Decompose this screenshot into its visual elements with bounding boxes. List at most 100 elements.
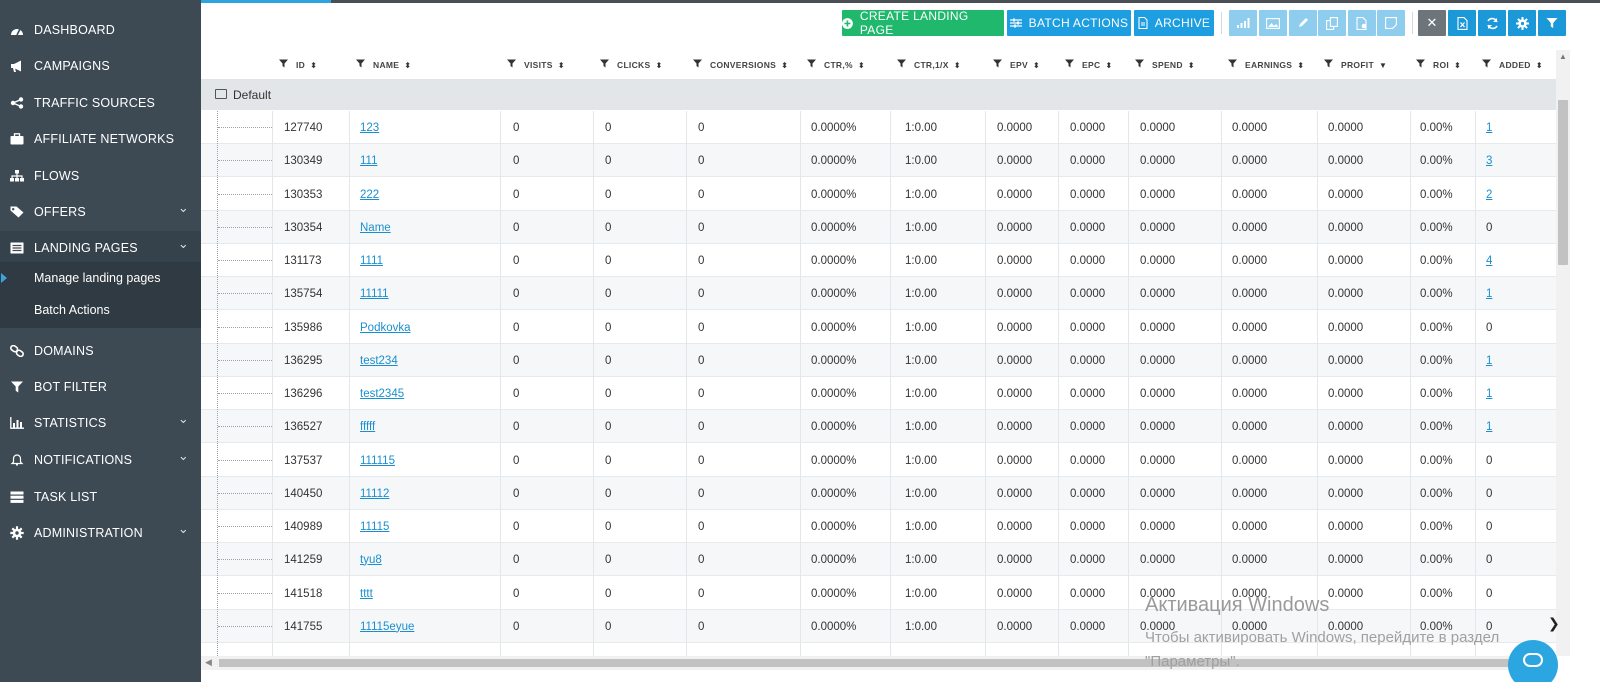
batch-actions-button[interactable]: BATCH ACTIONS xyxy=(1007,10,1131,36)
sort-icon[interactable]: ⬍ xyxy=(1454,61,1461,70)
cell-added[interactable]: 1 xyxy=(1486,410,1492,443)
table-row[interactable]: 141259 tyu8 0 0 0 0.0000% 1:0.00 0.0000 0.0000 0.… xyxy=(201,543,1556,576)
cell-added[interactable]: 1 xyxy=(1486,277,1492,310)
cell-name[interactable]: 11115eyue xyxy=(360,610,414,643)
sort-icon[interactable]: ⬍ xyxy=(1188,61,1195,70)
chevron-down-icon[interactable]: ⌄ xyxy=(178,448,189,464)
sort-icon[interactable]: ⬍ xyxy=(1536,61,1543,70)
filter-button[interactable] xyxy=(1538,10,1566,36)
table-row[interactable]: 136295 test234 0 0 0 0.0000% 1:0.00 0.0000 0.000… xyxy=(201,344,1556,377)
chevron-down-icon[interactable]: ⌄ xyxy=(178,411,189,427)
sidebar-item-flows[interactable]: FLOWS xyxy=(0,159,201,193)
submenu-item-manage-landing-pages[interactable]: Manage landing pages xyxy=(0,262,201,294)
table-row[interactable]: 141518 tttt 0 0 0 0.0000% 1:0.00 0.0000 0.0000 0.… xyxy=(201,577,1556,610)
sort-icon[interactable]: ⬍ xyxy=(655,61,662,70)
table-row[interactable]: 135754 11111 0 0 0 0.0000% 1:0.00 0.0000 0.0000 0… xyxy=(201,277,1556,310)
cell-name[interactable]: 222 xyxy=(360,178,379,211)
clone-button[interactable] xyxy=(1318,10,1346,36)
chat-button[interactable] xyxy=(1508,640,1558,682)
cell-name[interactable]: 11111 xyxy=(360,277,389,310)
sidebar-item-bot-filter[interactable]: BOT FILTER xyxy=(0,370,201,404)
image-button[interactable] xyxy=(1259,10,1287,36)
sort-icon[interactable]: ⬍ xyxy=(404,61,411,70)
cell-name[interactable]: 111 xyxy=(360,144,377,177)
column-filter-icon[interactable] xyxy=(993,59,1002,71)
chevron-down-icon[interactable]: ⌄ xyxy=(178,521,189,537)
column-filter-icon[interactable] xyxy=(807,59,816,71)
column-header-conversions[interactable]: CONVERSIONS ⬍ xyxy=(693,50,788,80)
sort-desc-icon[interactable]: ▼ xyxy=(1379,61,1387,70)
submenu-item-batch-actions[interactable]: Batch Actions xyxy=(0,294,201,326)
sidebar-item-campaigns[interactable]: CAMPAIGNS xyxy=(0,49,201,83)
edit-button[interactable] xyxy=(1289,10,1317,36)
sidebar-item-traffic-sources[interactable]: TRAFFIC SOURCES xyxy=(0,86,201,120)
cell-name[interactable]: 123 xyxy=(360,111,379,144)
table-row[interactable]: 130349 111 0 0 0 0.0000% 1:0.00 0.0000 0.0000 0.0… xyxy=(201,144,1556,177)
sidebar-item-offers[interactable]: OFFERS ⌄ xyxy=(0,195,201,229)
column-header-ctr-1-x[interactable]: CTR,1/X ⬍ xyxy=(897,50,961,80)
cell-added[interactable]: 1 xyxy=(1486,344,1492,377)
column-header-ctr[interactable]: CTR,% ⬍ xyxy=(807,50,865,80)
chevron-down-icon[interactable]: ⌄ xyxy=(178,200,189,216)
chevron-down-icon[interactable]: ⌄ xyxy=(178,236,189,252)
column-filter-icon[interactable] xyxy=(1482,59,1491,71)
column-header-added[interactable]: ADDED ⬍ xyxy=(1482,50,1543,80)
folder-row[interactable]: Default xyxy=(201,80,1556,110)
cell-name[interactable]: Podkovka xyxy=(360,311,411,344)
table-row[interactable]: 135986 Podkovka 0 0 0 0.0000% 1:0.00 0.0000 0.00… xyxy=(201,311,1556,344)
column-filter-icon[interactable] xyxy=(356,59,365,71)
table-row[interactable]: 130354 Name 0 0 0 0.0000% 1:0.00 0.0000 0.0000 0.… xyxy=(201,211,1556,244)
duplicate-settings-button[interactable] xyxy=(1348,10,1376,36)
cell-name[interactable]: 11115 xyxy=(360,510,389,543)
sort-icon[interactable]: ⬍ xyxy=(1105,61,1112,70)
column-header-earnings[interactable]: EARNINGS ⬍ xyxy=(1228,50,1304,80)
cell-name[interactable]: tttt xyxy=(360,577,373,610)
sort-icon[interactable]: ⬍ xyxy=(1297,61,1304,70)
table-row[interactable]: 131173 1111 0 0 0 0.0000% 1:0.00 0.0000 0.0000 0.… xyxy=(201,244,1556,277)
archive-button[interactable]: ARCHIVE xyxy=(1134,10,1214,36)
table-row[interactable]: 136527 fffff 0 0 0 0.0000% 1:0.00 0.0000 0.0000 0… xyxy=(201,410,1556,443)
sidebar-item-dashboard[interactable]: DASHBOARD xyxy=(0,13,201,47)
column-filter-icon[interactable] xyxy=(600,59,609,71)
cell-name[interactable]: 11112 xyxy=(360,477,389,510)
column-filter-icon[interactable] xyxy=(279,59,288,71)
create-landing-page-button[interactable]: CREATE LANDING PAGE xyxy=(842,9,1004,37)
scroll-right-icon[interactable]: ❯ xyxy=(1548,615,1560,632)
settings-button[interactable] xyxy=(1508,10,1536,36)
column-filter-icon[interactable] xyxy=(1135,59,1144,71)
sort-icon[interactable]: ⬍ xyxy=(781,61,788,70)
column-filter-icon[interactable] xyxy=(507,59,516,71)
column-header-clicks[interactable]: CLICKS ⬍ xyxy=(600,50,662,80)
cell-name[interactable]: test234 xyxy=(360,344,398,377)
table-row[interactable]: 140989 11115 0 0 0 0.0000% 1:0.00 0.0000 0.0000 0… xyxy=(201,510,1556,543)
sort-icon[interactable]: ⬍ xyxy=(954,61,961,70)
sidebar-item-task-list[interactable]: TASK LIST xyxy=(0,480,201,514)
column-filter-icon[interactable] xyxy=(897,59,906,71)
scroll-left-icon[interactable]: ◀ xyxy=(205,657,212,668)
sort-icon[interactable]: ⬍ xyxy=(310,61,317,70)
vertical-scrollbar[interactable]: ▲ xyxy=(1556,50,1570,656)
sidebar-item-statistics[interactable]: STATISTICS ⌄ xyxy=(0,406,201,440)
cell-name[interactable]: Name xyxy=(360,211,391,244)
sort-icon[interactable]: ⬍ xyxy=(858,61,865,70)
column-filter-icon[interactable] xyxy=(1416,59,1425,71)
column-filter-icon[interactable] xyxy=(1324,59,1333,71)
table-row[interactable]: 137537 111115 0 0 0 0.0000% 1:0.00 0.0000 0.0000… xyxy=(201,444,1556,477)
table-row[interactable]: 130353 222 0 0 0 0.0000% 1:0.00 0.0000 0.0000 0.0… xyxy=(201,178,1556,211)
column-header-visits[interactable]: VISITS ⬍ xyxy=(507,50,565,80)
note-button[interactable] xyxy=(1377,10,1405,36)
refresh-button[interactable] xyxy=(1478,10,1506,36)
column-header-profit[interactable]: PROFIT ▼ xyxy=(1324,50,1387,80)
column-header-epv[interactable]: EPV ⬍ xyxy=(993,50,1040,80)
cell-name[interactable]: 111115 xyxy=(360,444,395,477)
delete-button[interactable]: ✕ xyxy=(1418,10,1446,36)
column-filter-icon[interactable] xyxy=(693,59,702,71)
cell-name[interactable]: fffff xyxy=(360,410,375,443)
export-button[interactable] xyxy=(1448,10,1476,36)
cell-name[interactable]: tyu8 xyxy=(360,543,382,576)
cell-added[interactable]: 3 xyxy=(1486,144,1492,177)
sidebar-item-affiliate-networks[interactable]: AFFILIATE NETWORKS xyxy=(0,122,201,156)
sidebar-item-landing-pages[interactable]: LANDING PAGES ⌄ xyxy=(0,231,201,265)
sidebar-item-domains[interactable]: DOMAINS xyxy=(0,334,201,368)
column-filter-icon[interactable] xyxy=(1065,59,1074,71)
